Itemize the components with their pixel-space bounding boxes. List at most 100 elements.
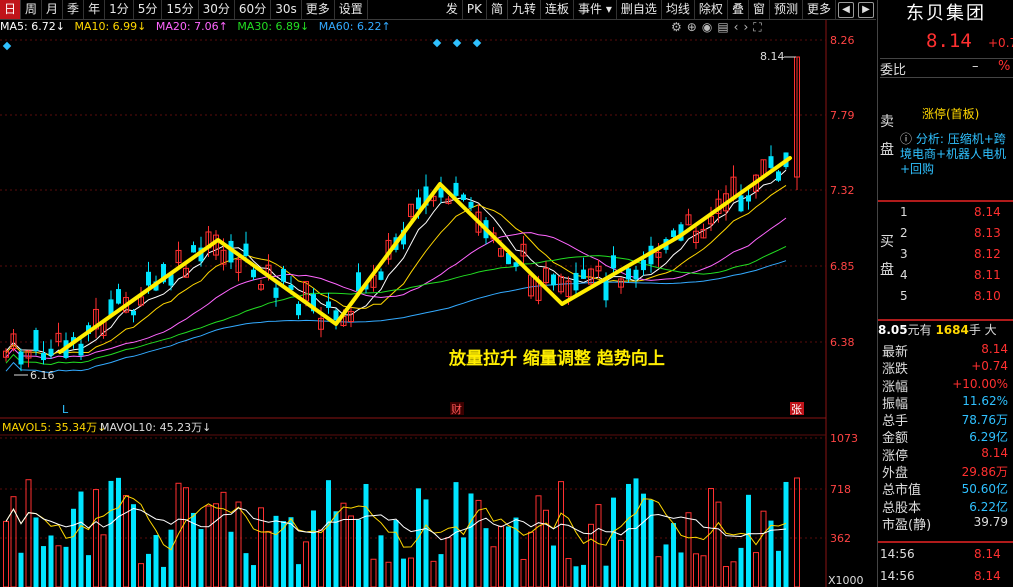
volume-bar (760, 510, 767, 587)
candle-body (273, 287, 279, 298)
bid-row[interactable]: 1 8.14 (878, 202, 1013, 223)
volume-bar (581, 564, 586, 587)
volume-bar (146, 553, 151, 587)
candle-body (633, 269, 639, 280)
quote-panel: 东贝集团 8.14 +0.7 委比 – % 卖盘 涨停(首板) ⓘ 分析: 压缩… (877, 0, 1013, 587)
stat-row: 外盘 29.86万 (880, 462, 1013, 482)
kline-chart[interactable]: 8.26 7.79 7.32 6.85 6.38 1073 718 362 8.14 6.16… (0, 0, 877, 587)
stat-label: 外盘 (882, 466, 909, 482)
volume-tick-label: 718 (830, 483, 851, 496)
candle-body (146, 271, 151, 286)
tick-price: 8.14 (974, 569, 1001, 583)
volume-bar (543, 509, 549, 587)
stat-value: 39.79 (973, 514, 1008, 529)
candle-body (626, 268, 631, 280)
bid-level: 4 (900, 268, 908, 282)
bid-price: 8.12 (974, 247, 1001, 261)
volume-bar (730, 561, 737, 587)
stat-label: 涨幅 (882, 379, 909, 395)
volume-bar (356, 519, 361, 587)
volume-bar (603, 565, 609, 587)
bid-level: 5 (900, 289, 908, 303)
tick-row: 14:56 8.14 (878, 565, 1013, 587)
volume-bar (10, 496, 17, 587)
volume-bar (220, 491, 227, 587)
tick-price: 8.14 (974, 547, 1001, 561)
volume-bar (78, 491, 84, 587)
candle-body (296, 303, 301, 316)
bid-row[interactable]: 2 8.13 (878, 223, 1013, 244)
volume-bar (161, 566, 166, 587)
marker-financial[interactable]: 财 (451, 402, 462, 416)
queue-unit: 手 大 (968, 323, 997, 337)
price-tick-label: 6.38 (830, 336, 855, 349)
order-ratio-value: – (972, 59, 979, 74)
stat-row: 最新 8.14 (880, 341, 1013, 360)
price-tick-label: 6.85 (830, 260, 855, 273)
volume-bar (611, 497, 616, 587)
candle-body (641, 259, 646, 271)
candle-body (251, 269, 256, 278)
candle-body (738, 195, 744, 212)
volume-bar (506, 526, 511, 587)
volume-bar (783, 481, 789, 587)
volume-bar (655, 556, 662, 587)
quote-stats: 最新 8.14 涨跌 +0.74 涨幅 +10.00% 振幅 11.62% 总手 78.76万 金额… (880, 341, 1013, 533)
order-ratio-label: 委比 (880, 63, 907, 78)
volume-bar (430, 560, 437, 587)
ma5-line (5, 169, 787, 358)
bid-row[interactable]: 5 8.10 (878, 286, 1013, 307)
bid-row[interactable]: 4 8.11 (878, 265, 1013, 286)
volume-bar (595, 504, 602, 587)
candle-body (281, 268, 286, 282)
low-price-label: 6.16 (30, 369, 55, 382)
volume-bar (213, 503, 219, 587)
queue-price: 8.05 (878, 323, 908, 337)
stat-row: 金额 6.29亿 (880, 427, 1013, 446)
volume-bar (535, 495, 542, 587)
volume-bar (235, 501, 242, 587)
candle-body (768, 156, 774, 168)
info-icon: ⓘ (900, 132, 913, 146)
volume-bar (273, 515, 279, 587)
candle-body (191, 245, 196, 253)
analysis-text[interactable]: ⓘ 分析: 压缩机+跨境电商+机器人电机+回购 (900, 132, 1012, 177)
volume-bar (794, 477, 800, 587)
candle-body (378, 271, 384, 280)
volume-bar (700, 555, 707, 587)
volume-bar (175, 482, 182, 587)
volume-bar (671, 523, 676, 587)
candle-body (78, 343, 84, 356)
volume-bar (626, 483, 631, 587)
stat-value: 11.62% (962, 393, 1008, 408)
volume-bar (71, 508, 76, 587)
volume-bar (565, 558, 572, 587)
stat-row: 总股本 6.22亿 (880, 497, 1013, 516)
stat-row: 市盈(静) 39.79 (880, 514, 1013, 533)
stock-name: 东贝集团 (906, 3, 986, 24)
volume-bar (633, 478, 639, 587)
order-queue-line: 8.05元有 1684手 大 (878, 319, 1013, 341)
volume-bars (3, 477, 800, 587)
volume-bar (18, 552, 24, 587)
marker-limit-up[interactable]: 张 (791, 403, 802, 416)
stat-label: 总股本 (882, 500, 922, 516)
marker-l[interactable]: L (62, 403, 69, 416)
queue-mid: 元有 (907, 323, 932, 337)
stat-row: 涨幅 +10.00% (880, 376, 1013, 395)
volume-bar (520, 558, 527, 587)
volume-bar (558, 481, 564, 587)
bid-book: 1 8.14 2 8.13 3 8.12 4 8.11 5 8.10 (878, 200, 1013, 307)
candle-body (461, 194, 466, 200)
volume-bar (168, 529, 174, 587)
candle-body (453, 182, 459, 196)
stat-label: 涨停 (882, 448, 909, 464)
volume-bar (461, 537, 466, 587)
bid-row[interactable]: 3 8.12 (878, 244, 1013, 265)
candle-body (573, 272, 579, 291)
volume-bar (131, 504, 136, 587)
volume-bar (243, 553, 249, 587)
stat-row: 涨跌 +0.74 (880, 358, 1013, 377)
volume-bar (573, 566, 579, 587)
stat-value: +0.74 (971, 359, 1008, 374)
